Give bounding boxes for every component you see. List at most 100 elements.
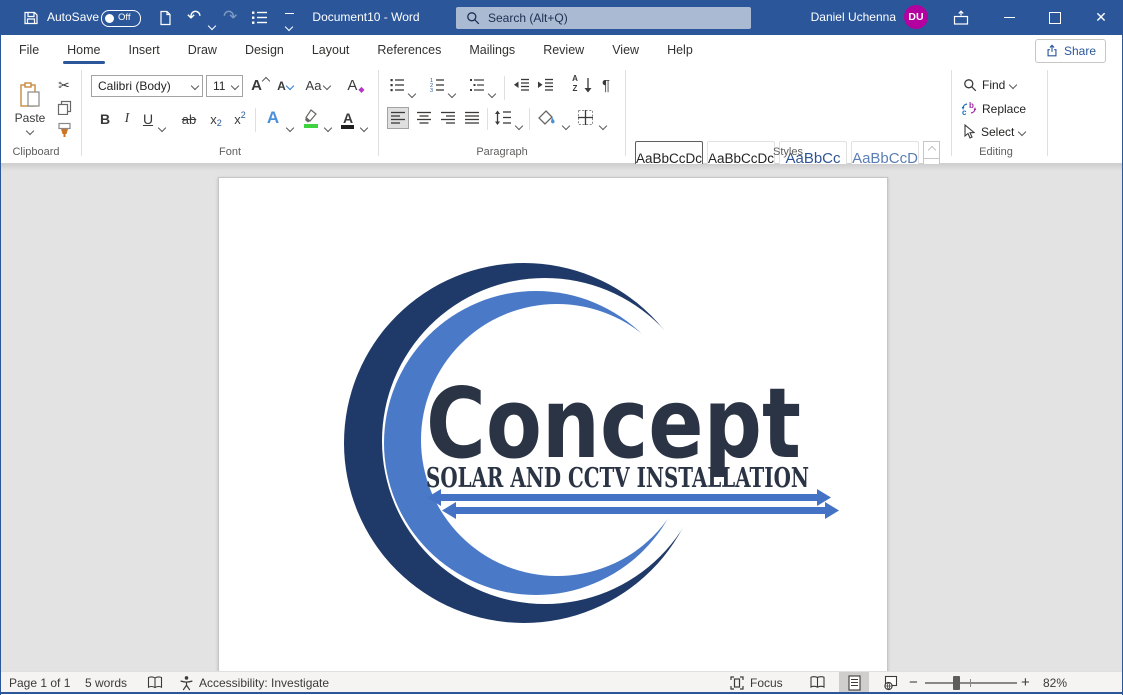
paste-dropdown-icon <box>25 126 35 136</box>
highlight-color-button[interactable] <box>299 106 323 130</box>
minimize-button[interactable] <box>986 0 1032 35</box>
editing-group-label: Editing <box>979 146 1013 158</box>
tab-layout[interactable]: Layout <box>298 35 364 65</box>
line-spacing-dropdown-icon[interactable] <box>514 116 524 134</box>
ribbon-tab-row: File Home Insert Draw Design Layout Refe… <box>1 35 1122 66</box>
text-effects-button[interactable]: A <box>261 106 285 130</box>
line-spacing-icon[interactable] <box>494 110 512 126</box>
tab-draw[interactable]: Draw <box>174 35 231 65</box>
zoom-slider[interactable] <box>925 676 1017 690</box>
zoom-center-tick <box>970 679 971 687</box>
read-mode-icon[interactable] <box>809 675 826 690</box>
find-button[interactable]: Find <box>963 78 1018 92</box>
pilcrow-glyph: ¶ <box>601 76 611 94</box>
align-left-button[interactable] <box>387 107 409 129</box>
shading-dropdown-icon[interactable] <box>561 116 571 134</box>
tab-help[interactable]: Help <box>653 35 707 65</box>
font-color-button[interactable]: A <box>337 106 359 130</box>
search-input[interactable]: Search (Alt+Q) <box>456 7 751 29</box>
select-button[interactable]: Select <box>963 124 1027 139</box>
underline-button[interactable]: U <box>139 108 157 130</box>
justify-button[interactable] <box>461 107 483 129</box>
tab-design[interactable]: Design <box>231 35 298 65</box>
bullets-icon[interactable] <box>389 77 405 93</box>
logo-subtitle: SOLAR AND CCTV INSTALLATION <box>426 463 809 494</box>
focus-icon[interactable] <box>729 675 745 691</box>
company-logo[interactable]: Concept SOLAR AND CCTV INSTALLATION <box>331 251 851 641</box>
paragraph-group-label: Paragraph <box>476 146 528 158</box>
shrink-font-button[interactable]: A <box>275 76 295 96</box>
tab-mailings[interactable]: Mailings <box>455 35 529 65</box>
multilevel-dropdown-icon[interactable] <box>487 84 497 102</box>
italic-button[interactable]: I <box>118 108 136 130</box>
document-canvas: Concept SOLAR AND CCTV INSTALLATION <box>1 164 1122 671</box>
maximize-button[interactable] <box>1032 0 1078 35</box>
multilevel-list-icon[interactable] <box>469 77 485 93</box>
autosave-toggle[interactable]: Off <box>101 10 141 27</box>
focus-label[interactable]: Focus <box>750 672 783 694</box>
bullets-dropdown-icon[interactable] <box>407 84 417 102</box>
chevron-down-icon <box>190 81 200 91</box>
numbering-dropdown-icon[interactable] <box>447 84 457 102</box>
bold-button[interactable]: B <box>95 108 115 130</box>
tab-review[interactable]: Review <box>529 35 598 65</box>
align-center-button[interactable] <box>413 107 435 129</box>
web-layout-icon[interactable] <box>883 675 899 691</box>
save-icon[interactable] <box>23 10 39 26</box>
print-layout-button[interactable] <box>839 672 869 694</box>
subscript-button[interactable]: x2 <box>205 108 227 130</box>
new-document-icon[interactable] <box>157 10 173 26</box>
cut-icon[interactable]: ✂ <box>55 76 73 94</box>
numbering-icon[interactable]: 123 <box>429 77 445 93</box>
change-case-button[interactable]: Aa <box>303 75 333 96</box>
undo-dropdown-icon[interactable] <box>207 16 217 34</box>
proofing-book-icon[interactable] <box>147 675 163 691</box>
document-page[interactable]: Concept SOLAR AND CCTV INSTALLATION <box>218 177 888 671</box>
tab-file[interactable]: File <box>5 35 53 65</box>
avatar[interactable]: DU <box>904 5 928 29</box>
text-effects-dropdown-icon[interactable] <box>285 118 295 136</box>
ribbon-display-options-icon[interactable] <box>953 10 969 26</box>
underline-dropdown-icon[interactable] <box>157 118 167 136</box>
sort-icon[interactable]: AZ <box>565 74 585 94</box>
borders-icon[interactable] <box>577 109 594 126</box>
accessibility-status[interactable]: Accessibility: Investigate <box>199 672 329 694</box>
paste-button[interactable]: Paste <box>9 74 51 142</box>
format-painter-icon[interactable] <box>57 122 72 138</box>
font-color-glyph: A <box>342 110 354 126</box>
undo-icon[interactable]: ↶ <box>187 0 201 35</box>
decrease-indent-icon[interactable] <box>513 77 530 93</box>
redo-icon[interactable]: ↷ <box>223 0 237 35</box>
font-size-select[interactable]: 11 <box>206 75 243 97</box>
highlight-dropdown-icon[interactable] <box>323 118 333 136</box>
replace-button[interactable]: b c Replace <box>961 101 1026 116</box>
tab-home[interactable]: Home <box>53 35 114 65</box>
close-button[interactable]: ✕ <box>1078 0 1122 35</box>
page-indicator[interactable]: Page 1 of 1 <box>9 672 70 694</box>
font-name-select[interactable]: Calibri (Body) <box>91 75 203 97</box>
grow-font-button[interactable]: A <box>249 74 271 96</box>
tab-references[interactable]: References <box>363 35 455 65</box>
superscript-button[interactable]: x2 <box>229 108 251 130</box>
font-color-dropdown-icon[interactable] <box>359 118 369 136</box>
tab-insert[interactable]: Insert <box>115 35 174 65</box>
tab-view[interactable]: View <box>598 35 653 65</box>
zoom-in-button[interactable]: + <box>1021 672 1030 694</box>
borders-dropdown-icon[interactable] <box>598 116 608 134</box>
align-right-button[interactable] <box>437 107 459 129</box>
word-count[interactable]: 5 words <box>85 672 127 694</box>
show-hide-marks-button[interactable]: ¶ <box>597 75 615 95</box>
styles-group-label: Styles <box>773 146 803 158</box>
strikethrough-button[interactable]: ab <box>177 108 201 130</box>
bullet-list-icon[interactable] <box>251 10 268 25</box>
zoom-level[interactable]: 82% <box>1043 672 1067 694</box>
increase-indent-icon[interactable] <box>537 77 554 93</box>
customize-qat-icon[interactable] <box>284 13 294 35</box>
user-name[interactable]: Daniel Uchenna <box>791 0 896 35</box>
shading-icon[interactable] <box>537 109 557 127</box>
zoom-out-button[interactable]: − <box>909 672 918 694</box>
zoom-slider-thumb[interactable] <box>953 676 960 690</box>
clear-formatting-button[interactable]: A ◆ <box>345 74 367 96</box>
share-button[interactable]: Share <box>1034 39 1106 63</box>
copy-icon[interactable] <box>57 100 72 115</box>
